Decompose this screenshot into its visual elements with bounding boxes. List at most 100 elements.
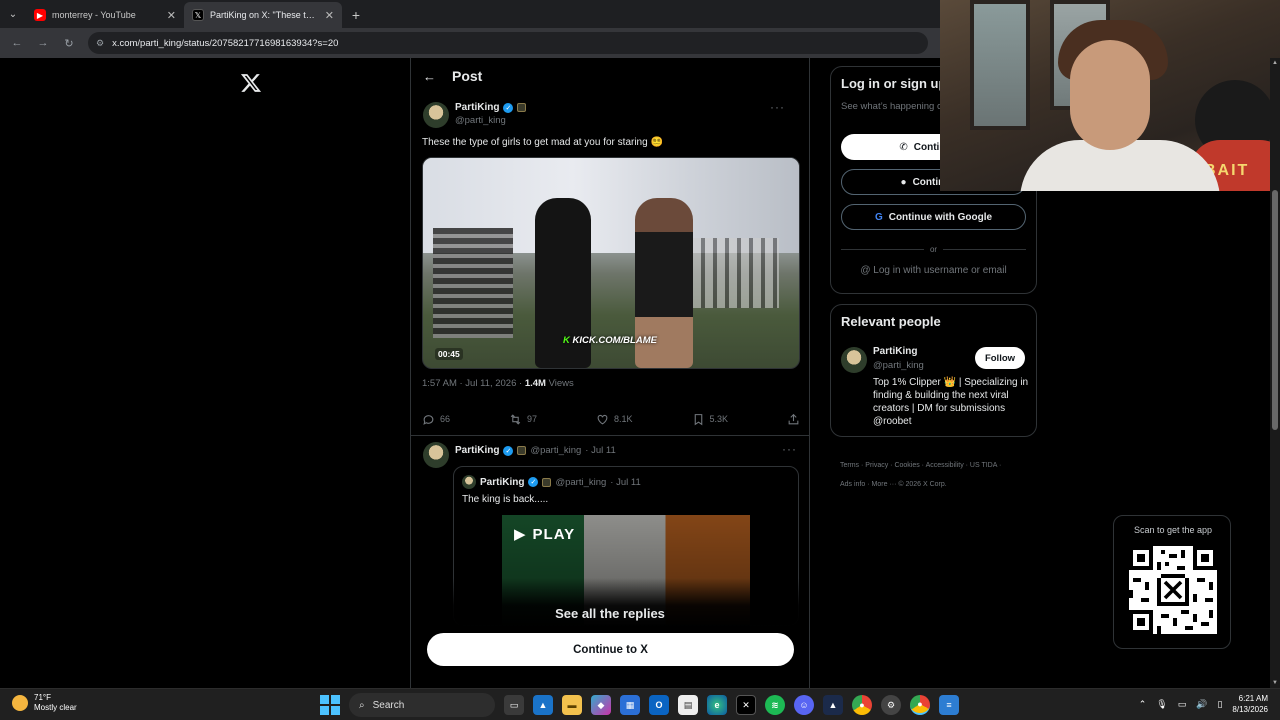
post-text: These the type of girls to get mad at yo… xyxy=(422,137,663,148)
spotify-icon[interactable]: ≋ xyxy=(765,695,785,715)
store-icon[interactable]: ▦ xyxy=(620,695,640,715)
task-view-icon[interactable]: ▭ xyxy=(504,695,524,715)
scroll-up-icon[interactable]: ▲ xyxy=(1270,60,1280,66)
author-name-row[interactable]: PartiKing ✓ xyxy=(455,102,527,113)
post-author: PartiKing ✓ @parti_king ··· xyxy=(423,100,799,128)
photos-icon[interactable]: ▲ xyxy=(533,695,553,715)
copilot-icon[interactable]: ◆ xyxy=(591,695,611,715)
share-button[interactable] xyxy=(787,413,800,426)
relevant-people-card: Relevant people PartiKing @parti_king Fo… xyxy=(830,304,1037,437)
settings-icon[interactable]: ⚙ xyxy=(881,695,901,715)
relevant-name[interactable]: PartiKing xyxy=(873,346,917,357)
divider xyxy=(411,435,809,436)
tab-x-post[interactable]: 𝕏 PartiKing on X: "These the type ✕ xyxy=(184,2,342,28)
capcut-icon[interactable]: ✕ xyxy=(736,695,756,715)
continue-with-google-button[interactable]: G Continue with Google xyxy=(841,204,1026,230)
site-info-icon[interactable]: ⚙ xyxy=(96,38,104,49)
app-icon[interactable]: ▲ xyxy=(823,695,843,715)
affiliate-badge-icon xyxy=(542,477,552,487)
reply-header: PartiKing ✓ @parti_king · Jul 11 xyxy=(455,445,616,456)
weather-temp: 71°F xyxy=(34,693,51,702)
reply-author-name[interactable]: PartiKing xyxy=(455,445,499,456)
reload-icon[interactable]: ↻ xyxy=(58,32,80,54)
avatar[interactable] xyxy=(423,102,449,128)
post-actions: 66 97 8.1K 5.3K xyxy=(422,410,800,428)
battery-icon[interactable]: ▯ xyxy=(1217,699,1222,710)
discord-icon[interactable]: ☺ xyxy=(794,695,814,715)
tab-youtube[interactable]: ▶ monterrey - YouTube ✕ xyxy=(26,2,184,28)
taskbar: 71°F Mostly clear ⌕ Search ▭ ▲ ▬ ◆ ▦ O ▤… xyxy=(0,688,1280,720)
views-count: 1.4M xyxy=(524,378,546,389)
or-divider: or xyxy=(841,245,1026,254)
like-button[interactable]: 8.1K xyxy=(596,413,633,426)
quote-date: · Jul 11 xyxy=(610,476,641,488)
taskbar-apps: ⌕ Search ▭ ▲ ▬ ◆ ▦ O ▤ e ✕ ≋ ☺ ▲ ● ⚙ ● ≡ xyxy=(320,693,959,717)
back-arrow-icon[interactable]: ← xyxy=(423,69,436,84)
apple-icon: ● xyxy=(900,176,907,188)
verified-badge-icon: ✓ xyxy=(503,102,514,113)
play-label: ▶ PLAY xyxy=(514,525,576,544)
footer-links[interactable]: Terms · Privacy · Cookies · Accessibilit… xyxy=(840,456,1030,494)
phone-icon: ✆ xyxy=(899,141,908,153)
bookmark-button[interactable]: 5.3K xyxy=(692,413,728,426)
taskbar-search[interactable]: ⌕ Search xyxy=(349,693,495,717)
qr-code[interactable] xyxy=(1129,546,1217,634)
new-tab-button[interactable]: + xyxy=(342,2,370,28)
network-icon[interactable]: ▭ xyxy=(1178,699,1187,710)
quote-text: The king is back..... xyxy=(462,494,549,505)
scroll-down-icon[interactable]: ▼ xyxy=(1270,680,1280,686)
post-column: ← Post PartiKing ✓ @parti_king ··· These… xyxy=(410,58,810,688)
notepad-icon[interactable]: ≡ xyxy=(939,695,959,715)
chrome-icon[interactable]: ● xyxy=(852,695,872,715)
bookmark-icon xyxy=(694,413,702,425)
weather-widget[interactable]: 71°F Mostly clear xyxy=(12,693,77,713)
login-username-link[interactable]: @ Log in with username or email xyxy=(841,265,1026,276)
chevron-up-icon[interactable]: ⌃ xyxy=(1139,699,1147,710)
repost-button[interactable]: 97 xyxy=(509,413,537,426)
reply-handle[interactable]: @parti_king xyxy=(530,445,581,456)
affiliate-badge-icon xyxy=(517,446,527,455)
post-time[interactable]: 1:57 AM · Jul 11, 2026 · xyxy=(422,378,525,389)
avatar[interactable] xyxy=(423,442,449,468)
at-icon: @ xyxy=(860,265,871,276)
more-options-icon[interactable]: ··· xyxy=(770,100,785,114)
quote-header: PartiKing ✓ @parti_king · Jul 11 xyxy=(462,475,641,489)
repost-icon xyxy=(510,413,521,425)
post-video[interactable]: K KICK.COM/BLAME 00:45 xyxy=(422,157,800,369)
qr-label: Scan to get the app xyxy=(1133,525,1213,535)
x-logo-icon[interactable] xyxy=(240,72,262,94)
system-tray: ⌃ 🎙 ▭ 🔊 ▯ 6:21 AM 8/13/2026 xyxy=(1139,693,1268,715)
relevant-handle[interactable]: @parti_king xyxy=(873,360,924,371)
more-options-icon[interactable]: ··· xyxy=(782,442,797,456)
verified-badge-icon: ✓ xyxy=(528,477,539,487)
continue-to-x-button[interactable]: Continue to X xyxy=(427,633,794,666)
reply-post[interactable]: PartiKing ✓ @parti_king · Jul 11 ··· Par… xyxy=(423,442,799,626)
forward-icon[interactable]: → xyxy=(32,32,54,54)
author-handle[interactable]: @parti_king xyxy=(455,115,526,126)
avatar[interactable] xyxy=(841,347,867,373)
clock[interactable]: 6:21 AM 8/13/2026 xyxy=(1232,693,1268,715)
windows-start-icon[interactable] xyxy=(320,695,340,715)
tab-search-icon[interactable]: ⌄ xyxy=(0,0,26,28)
calendar-icon[interactable]: ▤ xyxy=(678,695,698,715)
reply-button[interactable]: 66 xyxy=(422,413,450,426)
close-tab-icon[interactable]: ✕ xyxy=(167,9,176,22)
scrollbar-thumb[interactable] xyxy=(1272,190,1278,430)
page-scrollbar[interactable]: ▲ ▼ xyxy=(1270,58,1280,688)
reply-date[interactable]: · Jul 11 xyxy=(585,445,615,456)
see-all-replies-heading: See all the replies xyxy=(555,606,665,621)
volume-icon[interactable]: 🔊 xyxy=(1196,699,1207,710)
follow-button[interactable]: Follow xyxy=(975,347,1025,369)
edge-icon[interactable]: e xyxy=(707,695,727,715)
chrome-active-icon[interactable]: ● xyxy=(910,695,930,715)
file-explorer-icon[interactable]: ▬ xyxy=(562,695,582,715)
back-icon[interactable]: ← xyxy=(6,32,28,54)
stream-watermark: K KICK.COM/BLAME xyxy=(563,335,657,346)
microphone-icon[interactable]: 🎙 xyxy=(1156,699,1167,710)
tab-title: monterrey - YouTube xyxy=(52,10,136,20)
address-bar[interactable]: ⚙ x.com/parti_king/status/20758217716981… xyxy=(88,32,928,54)
weather-desc: Mostly clear xyxy=(34,703,77,712)
outlook-icon[interactable]: O xyxy=(649,695,669,715)
heart-icon xyxy=(597,414,608,424)
close-tab-icon[interactable]: ✕ xyxy=(325,9,334,22)
